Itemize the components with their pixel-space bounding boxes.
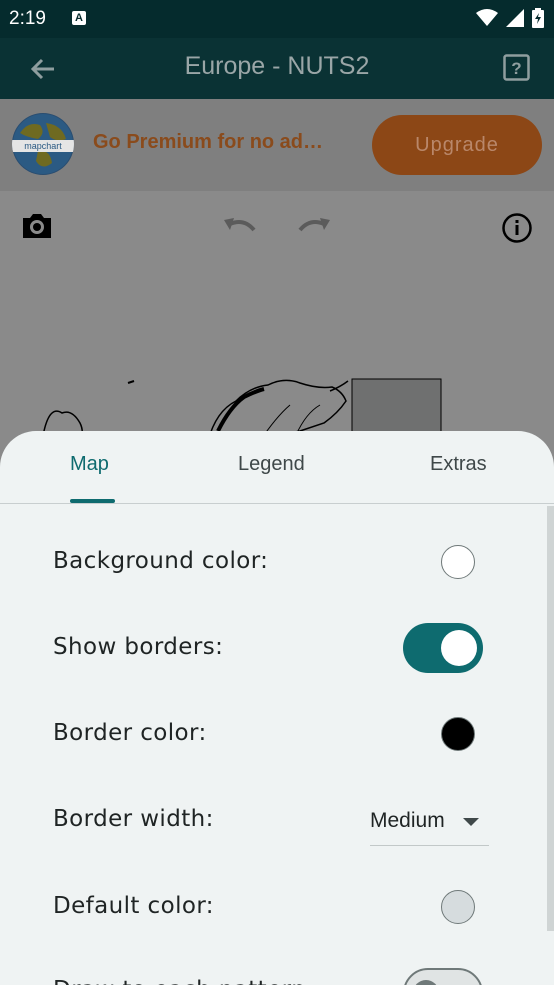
background-color-swatch[interactable] bbox=[441, 545, 475, 579]
scrollbar[interactable] bbox=[547, 506, 554, 931]
show-borders-toggle[interactable] bbox=[403, 623, 483, 673]
status-bar: 2:19 A bbox=[0, 0, 554, 38]
background-color-label: Background color: bbox=[53, 548, 269, 574]
border-color-swatch[interactable] bbox=[441, 717, 475, 751]
page-title: Europe - NUTS2 bbox=[184, 52, 370, 80]
border-width-label: Border width: bbox=[53, 806, 214, 832]
settings-sheet: Map Legend Extras Background color: Show… bbox=[0, 431, 554, 985]
app-bar: Europe - NUTS2 ? bbox=[0, 38, 554, 99]
default-color-swatch[interactable] bbox=[441, 890, 475, 924]
tab-map[interactable]: Map bbox=[70, 453, 109, 476]
signal-icon bbox=[506, 9, 524, 27]
battery-icon bbox=[532, 8, 544, 28]
tab-indicator bbox=[70, 499, 115, 503]
border-width-value: Medium bbox=[370, 809, 445, 832]
help-square-icon[interactable]: ? bbox=[503, 54, 530, 81]
notification-badge: A bbox=[72, 11, 86, 25]
border-width-dropdown[interactable]: Medium bbox=[370, 805, 489, 846]
svg-text:?: ? bbox=[511, 59, 521, 78]
status-time: 2:19 bbox=[9, 8, 46, 29]
wifi-icon bbox=[476, 9, 498, 26]
show-borders-label: Show borders: bbox=[53, 634, 224, 660]
map-preview[interactable] bbox=[0, 191, 554, 451]
tab-legend[interactable]: Legend bbox=[238, 453, 305, 476]
tab-extras[interactable]: Extras bbox=[430, 453, 487, 476]
draw-pattern-toggle[interactable] bbox=[403, 968, 483, 985]
default-color-label: Default color: bbox=[53, 893, 214, 919]
tab-bar: Map Legend Extras bbox=[0, 431, 554, 504]
border-color-label: Border color: bbox=[53, 720, 207, 746]
ad-text[interactable]: Go Premium for no ad… bbox=[93, 131, 323, 154]
toggle-knob bbox=[441, 630, 477, 666]
draw-pattern-label: Draw to each pattern bbox=[53, 977, 306, 985]
caret-down-icon bbox=[463, 818, 479, 826]
toggle-knob bbox=[413, 980, 439, 985]
mapchart-logo[interactable]: mapchart bbox=[12, 113, 74, 175]
logo-text: mapchart bbox=[24, 141, 62, 151]
upgrade-button[interactable]: Upgrade bbox=[372, 115, 542, 175]
globe-icon: mapchart bbox=[12, 114, 74, 174]
